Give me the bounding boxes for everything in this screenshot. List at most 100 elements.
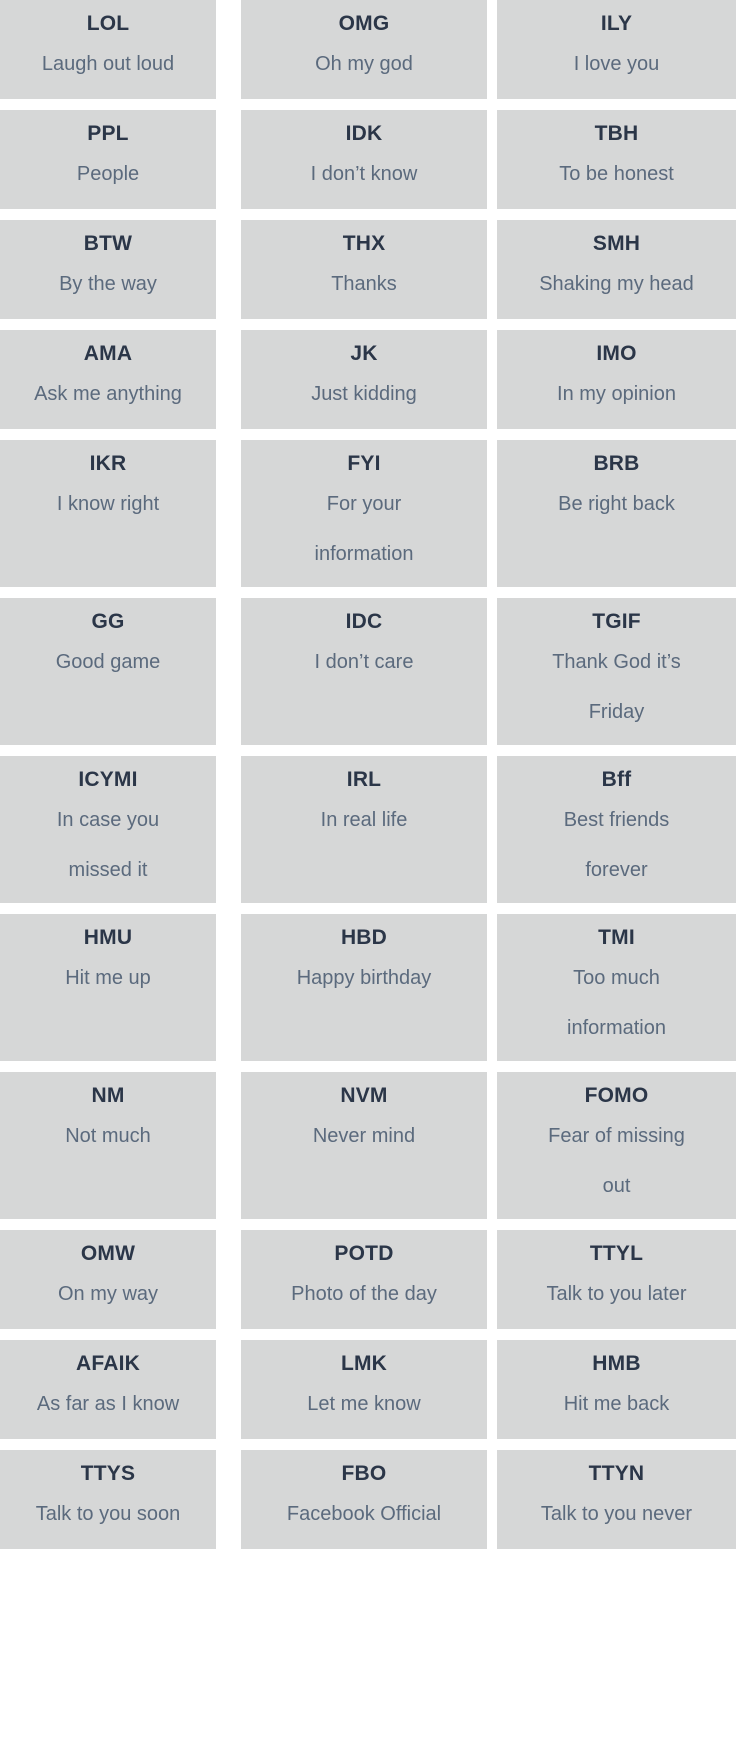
abbreviation-term: THX bbox=[342, 232, 386, 255]
abbreviation-term: HBD bbox=[340, 926, 388, 949]
abbreviation-meaning: To be honest bbox=[555, 149, 678, 199]
abbreviation-meaning: I love you bbox=[570, 39, 664, 89]
abbreviation-meaning-line: Talk to you soon bbox=[35, 1503, 181, 1525]
abbreviation-term: TTYS bbox=[80, 1462, 136, 1485]
abbreviation-card: JK Just kidding bbox=[241, 330, 487, 429]
abbreviation-term: IKR bbox=[89, 452, 127, 475]
abbreviation-term: OMW bbox=[80, 1242, 136, 1265]
abbreviation-meaning-line: Fear of missing bbox=[548, 1125, 685, 1147]
abbreviation-term: NVM bbox=[340, 1084, 388, 1107]
abbreviation-meaning-line: On my way bbox=[57, 1283, 159, 1305]
abbreviation-row: AFAIK As far as I know LMK Let me know HMB Hi… bbox=[0, 1340, 736, 1439]
abbreviation-term: TBH bbox=[594, 122, 639, 145]
abbreviation-meaning: Talk to you never bbox=[537, 1489, 696, 1539]
abbreviation-card: TBH To be honest bbox=[497, 110, 736, 209]
abbreviation-term: LMK bbox=[340, 1352, 388, 1375]
abbreviation-meaning: By the way bbox=[55, 259, 161, 309]
abbreviation-meaning: Photo of the day bbox=[287, 1269, 441, 1319]
abbreviation-card: HMU Hit me up bbox=[0, 914, 216, 1061]
abbreviation-meaning-line: In case you bbox=[56, 809, 160, 831]
abbreviation-meaning-line: Photo of the day bbox=[291, 1283, 437, 1305]
abbreviation-meaning: People bbox=[73, 149, 143, 199]
abbreviation-meaning-line: Thank God it’s bbox=[552, 651, 681, 673]
abbreviation-term: IDC bbox=[345, 610, 383, 633]
abbreviation-card: GG Good game bbox=[0, 598, 216, 745]
abbreviation-card: NVM Never mind bbox=[241, 1072, 487, 1219]
abbreviation-meaning: Oh my god bbox=[311, 39, 417, 89]
abbreviation-term: ILY bbox=[600, 12, 633, 35]
abbreviation-card: TTYN Talk to you never bbox=[497, 1450, 736, 1549]
abbreviation-meaning: Just kidding bbox=[307, 369, 421, 419]
abbreviation-card: BTW By the way bbox=[0, 220, 216, 319]
abbreviation-term: BRB bbox=[593, 452, 640, 475]
abbreviation-card: TGIF Thank God it’s Friday bbox=[497, 598, 736, 745]
abbreviation-meaning: Too much information bbox=[563, 953, 670, 1053]
abbreviation-meaning: Facebook Official bbox=[283, 1489, 445, 1539]
abbreviation-card: HBD Happy birthday bbox=[241, 914, 487, 1061]
abbreviation-grid: LOL Laugh out loud OMG Oh my god ILY I love y… bbox=[0, 0, 736, 1549]
abbreviation-meaning: Be right back bbox=[554, 479, 679, 529]
abbreviation-card: TTYS Talk to you soon bbox=[0, 1450, 216, 1549]
abbreviation-row: IKR I know right FYI For your information BRB… bbox=[0, 440, 736, 587]
abbreviation-meaning-line: Good game bbox=[55, 651, 161, 673]
abbreviation-row: BTW By the way THX Thanks SMH Shaking my head bbox=[0, 220, 736, 319]
abbreviation-card: OMG Oh my god bbox=[241, 0, 487, 99]
abbreviation-term: POTD bbox=[334, 1242, 394, 1265]
abbreviation-meaning: I don’t care bbox=[311, 637, 418, 687]
abbreviation-meaning: Fear of missing out bbox=[544, 1111, 689, 1211]
abbreviation-meaning: Never mind bbox=[309, 1111, 419, 1161]
abbreviation-card: IDK I don’t know bbox=[241, 110, 487, 209]
abbreviation-card: TMI Too much information bbox=[497, 914, 736, 1061]
abbreviation-meaning: As far as I know bbox=[33, 1379, 183, 1429]
abbreviation-meaning: Talk to you soon bbox=[32, 1489, 185, 1539]
abbreviation-meaning-line: Thanks bbox=[331, 273, 397, 295]
abbreviation-meaning: Hit me back bbox=[560, 1379, 674, 1429]
abbreviation-term: NM bbox=[91, 1084, 125, 1107]
abbreviation-meaning-line: forever bbox=[585, 859, 648, 881]
abbreviation-meaning: For your information bbox=[311, 479, 418, 579]
abbreviation-term: BTW bbox=[83, 232, 133, 255]
abbreviation-term: AFAIK bbox=[76, 1352, 140, 1375]
abbreviation-meaning: Ask me anything bbox=[30, 369, 186, 419]
abbreviation-meaning: Good game bbox=[52, 637, 165, 687]
abbreviation-term: IDK bbox=[345, 122, 383, 145]
abbreviation-row: AMA Ask me anything JK Just kidding IMO In my… bbox=[0, 330, 736, 429]
abbreviation-meaning-line: I don’t know bbox=[310, 163, 418, 185]
abbreviation-meaning-line: Never mind bbox=[312, 1125, 416, 1147]
abbreviation-card: SMH Shaking my head bbox=[497, 220, 736, 319]
abbreviation-card: FBO Facebook Official bbox=[241, 1450, 487, 1549]
abbreviation-card: AFAIK As far as I know bbox=[0, 1340, 216, 1439]
abbreviation-card: BRB Be right back bbox=[497, 440, 736, 587]
abbreviation-card: NM Not much bbox=[0, 1072, 216, 1219]
abbreviation-meaning-line: Facebook Official bbox=[286, 1503, 442, 1525]
abbreviation-meaning-line: Happy birthday bbox=[296, 967, 432, 989]
abbreviation-term: HMB bbox=[592, 1352, 641, 1375]
abbreviation-term: JK bbox=[350, 342, 378, 365]
abbreviation-card: FOMO Fear of missing out bbox=[497, 1072, 736, 1219]
abbreviation-meaning: Shaking my head bbox=[535, 259, 698, 309]
abbreviation-meaning-line: Laugh out loud bbox=[41, 53, 175, 75]
abbreviation-meaning-line: I don’t care bbox=[314, 651, 414, 673]
abbreviation-meaning: Happy birthday bbox=[293, 953, 436, 1003]
abbreviation-card: OMW On my way bbox=[0, 1230, 216, 1329]
abbreviation-card: ILY I love you bbox=[497, 0, 736, 99]
abbreviation-meaning: Best friends forever bbox=[560, 795, 674, 895]
abbreviation-meaning: Hit me up bbox=[61, 953, 155, 1003]
abbreviation-card: AMA Ask me anything bbox=[0, 330, 216, 429]
abbreviation-row: ICYMI In case you missed it IRL In real life… bbox=[0, 756, 736, 903]
abbreviation-row: OMW On my way POTD Photo of the day TTYL Talk… bbox=[0, 1230, 736, 1329]
abbreviation-meaning-line: Best friends bbox=[563, 809, 670, 831]
abbreviation-term: TGIF bbox=[592, 610, 641, 633]
abbreviation-term: ICYMI bbox=[78, 768, 138, 791]
abbreviation-meaning-line: Just kidding bbox=[311, 383, 417, 405]
abbreviation-meaning-line: Talk to you later bbox=[546, 1283, 687, 1305]
abbreviation-card: TTYL Talk to you later bbox=[497, 1230, 736, 1329]
abbreviation-card: POTD Photo of the day bbox=[241, 1230, 487, 1329]
abbreviation-card: LOL Laugh out loud bbox=[0, 0, 216, 99]
abbreviation-card: IRL In real life bbox=[241, 756, 487, 903]
abbreviation-meaning: Thanks bbox=[327, 259, 401, 309]
abbreviation-card: IMO In my opinion bbox=[497, 330, 736, 429]
abbreviation-meaning: Thank God it’s Friday bbox=[548, 637, 685, 737]
abbreviation-card: FYI For your information bbox=[241, 440, 487, 587]
abbreviation-meaning-line: information bbox=[567, 1017, 666, 1039]
